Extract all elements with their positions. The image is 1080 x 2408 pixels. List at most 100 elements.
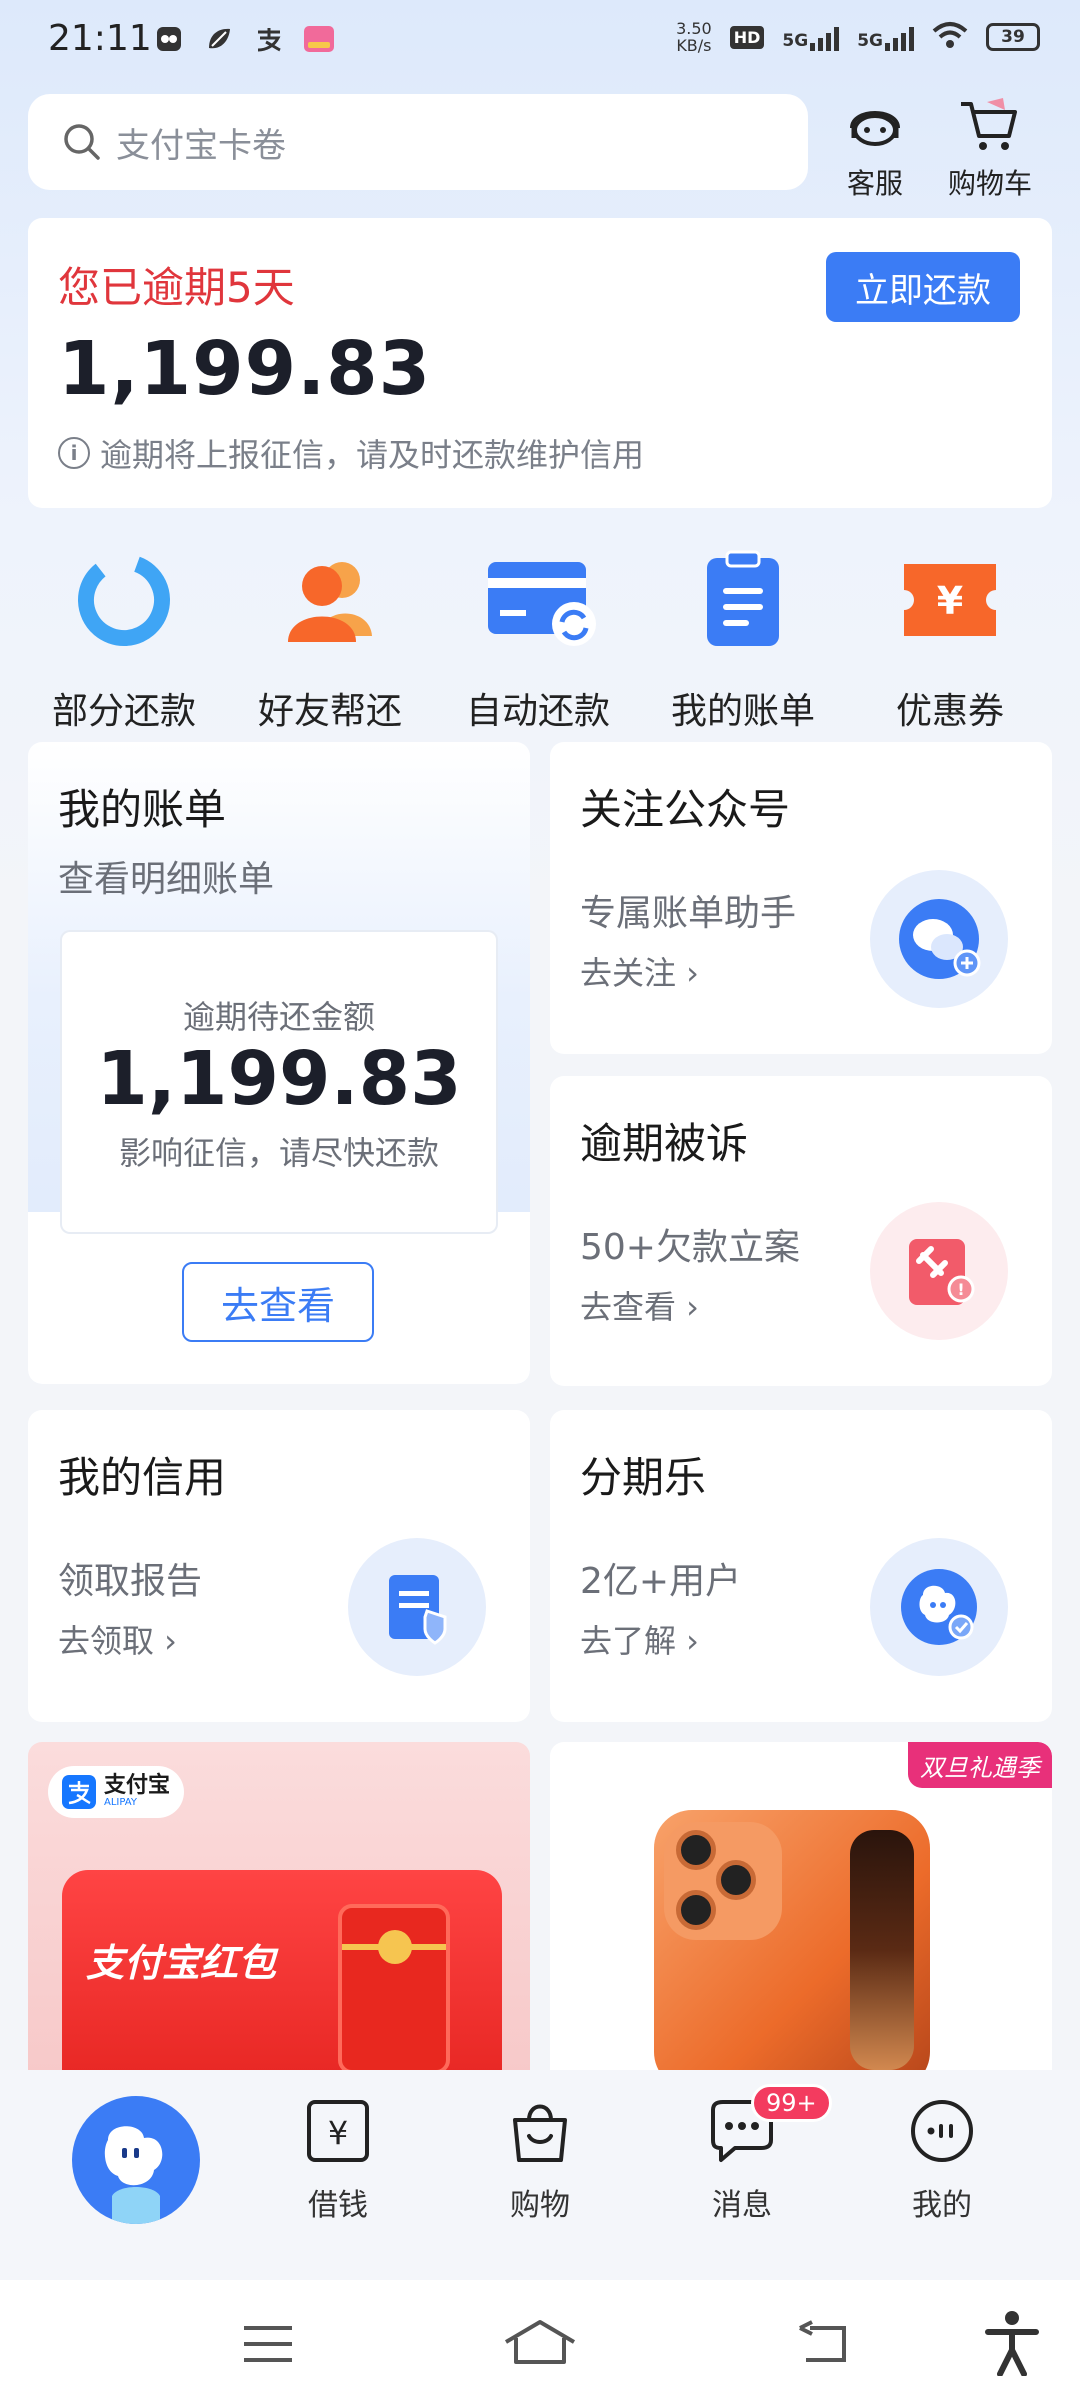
bill-overdue-amount: 1,199.83 (96, 1036, 462, 1122)
search-icon (64, 124, 100, 160)
signal-2-label: 5G (857, 31, 883, 51)
wechat-icon (870, 870, 1008, 1008)
quick-action-my-bill[interactable]: 我的账单 (643, 550, 843, 734)
yuan-icon: ¥ (307, 2100, 369, 2162)
tab-profile[interactable]: 我的 (872, 2096, 1012, 2224)
lawsuit-card-link[interactable]: 去查看 › (580, 1282, 699, 1328)
network-speed-unit: KB/s (676, 36, 712, 55)
leaf-notification-icon (202, 22, 236, 56)
red-packet-text: 支付宝红包 (86, 1941, 277, 1985)
bill-card[interactable]: 我的账单 查看明细账单 逾期待还金额 1,199.83 影响征信，请尽快还款 去… (28, 742, 530, 1384)
shopping-bag-icon (513, 2104, 567, 2162)
alipay-notification-icon (252, 22, 286, 56)
tab-label: 消息 (712, 2188, 772, 2223)
auto-repay-card-icon (488, 550, 596, 650)
credit-card-title: 我的信用 (58, 1453, 227, 1502)
app-notification-icon (152, 22, 186, 56)
status-notification-icons (152, 22, 336, 56)
repay-now-button[interactable]: 立即还款 (826, 252, 1020, 322)
installment-card[interactable]: 分期乐 2亿+用户 去了解 › (550, 1410, 1052, 1722)
cart-icon (961, 98, 1017, 150)
quick-action-label: 我的账单 (670, 691, 815, 732)
quick-action-coupon[interactable]: ¥ 优惠券 (850, 550, 1050, 734)
customer-service-label: 客服 (846, 167, 903, 200)
alipay-logo: 支付宝 ALIPAY (48, 1766, 185, 1818)
promo-tag: 双旦礼遇季 (908, 1742, 1052, 1788)
view-bill-button[interactable]: 去查看 (182, 1262, 374, 1342)
signal-5g-icon-2: 5G (857, 23, 914, 51)
battery-icon: 39 (986, 23, 1040, 51)
search-input[interactable]: 支付宝卡卷 (28, 94, 808, 190)
status-time: 21:11 (48, 18, 152, 59)
alipay-logo-icon (62, 1775, 96, 1809)
installment-mascot-icon (870, 1538, 1008, 1676)
mascot-home-tab[interactable] (72, 2096, 200, 2224)
bill-card-title: 我的账单 (58, 785, 227, 834)
quick-action-auto-repay[interactable]: 自动还款 (438, 550, 638, 734)
tab-messages[interactable]: 99+ 消息 (672, 2084, 832, 2224)
phone-image (654, 1810, 930, 2072)
bill-card-subtitle: 查看明细账单 (58, 859, 275, 900)
home-icon[interactable] (502, 2316, 578, 2372)
tab-label: 我的 (912, 2188, 972, 2223)
installment-card-subtitle: 2亿+用户 (580, 1561, 742, 1602)
customer-service-button[interactable]: 客服 (820, 96, 930, 202)
overdue-title: 您已逾期5天 (58, 263, 295, 312)
signal-1-label: 5G (782, 31, 809, 51)
installment-card-link[interactable]: 去了解 › (580, 1616, 699, 1662)
back-icon[interactable] (796, 2320, 852, 2372)
follow-card-title: 关注公众号 (580, 785, 791, 834)
signal-5g-icon: 5G (782, 23, 840, 51)
menu-icon[interactable] (240, 2320, 296, 2372)
bill-overdue-note: 影响征信，请尽快还款 (118, 1134, 439, 1172)
credit-card[interactable]: 我的信用 领取报告 去领取 › (28, 1410, 530, 1722)
status-bar: 21:11 3.50 KB/s HD 5G 5G 39 (0, 0, 1080, 84)
status-system-icons: 3.50 KB/s HD 5G 5G 39 (676, 20, 1040, 54)
overdue-card: 您已逾期5天 1,199.83 i 逾期将上报征信，请及时还款维护信用 立即还款 (28, 218, 1052, 508)
credit-card-link[interactable]: 去领取 › (58, 1616, 177, 1662)
profile-icon (911, 2100, 973, 2162)
system-nav-bar (0, 2280, 1080, 2408)
cart-button[interactable]: 购物车 (935, 96, 1045, 202)
overdue-note: i 逾期将上报征信，请及时还款维护信用 (58, 430, 644, 476)
svg-text:¥: ¥ (328, 2114, 348, 2152)
quick-action-friend-repay[interactable]: 好友帮还 (230, 550, 430, 734)
clipboard-icon (693, 550, 793, 650)
wifi-icon (932, 21, 968, 54)
accessibility-icon[interactable] (984, 2310, 1040, 2380)
overdue-note-text: 逾期将上报征信，请及时还款维护信用 (100, 436, 645, 474)
follow-account-card[interactable]: 关注公众号 专属账单助手 去关注 › (550, 742, 1052, 1054)
lawsuit-card-title: 逾期被诉 (580, 1119, 749, 1168)
svg-text:!: ! (957, 1280, 964, 1299)
tab-label: 借钱 (308, 2188, 368, 2223)
tab-borrow[interactable]: ¥ 借钱 (268, 2096, 408, 2224)
overdue-amount: 1,199.83 (58, 326, 432, 412)
quick-action-label: 自动还款 (465, 691, 610, 732)
coupon-icon: ¥ (900, 550, 1000, 650)
alipay-logo-sub: ALIPAY (104, 1797, 137, 1808)
mascot-home-icon (104, 2126, 163, 2224)
follow-card-link[interactable]: 去关注 › (580, 948, 699, 994)
promo-notification-icon (302, 22, 336, 56)
tab-shopping[interactable]: 购物 (470, 2096, 610, 2224)
red-packet-banner[interactable]: 支付宝 ALIPAY 支付宝红包 (28, 1742, 530, 2072)
info-icon: i (58, 437, 90, 469)
network-speed-value: 3.50 (676, 19, 712, 38)
bill-overdue-label: 逾期待还金额 (182, 998, 375, 1036)
quick-action-label: 好友帮还 (257, 691, 402, 732)
gavel-icon: ! (870, 1202, 1008, 1340)
hd-icon: HD (729, 25, 765, 49)
search-placeholder: 支付宝卡卷 (116, 125, 286, 166)
lawsuit-card-subtitle: 50+欠款立案 (580, 1227, 800, 1268)
quick-action-partial-repay[interactable]: 部分还款 (24, 550, 224, 734)
credit-card-subtitle: 领取报告 (58, 1561, 203, 1602)
headset-icon (850, 111, 900, 146)
phone-promo-banner[interactable]: 双旦礼遇季 (550, 1742, 1052, 2072)
quick-action-label: 优惠券 (895, 691, 1004, 732)
credit-report-icon (348, 1538, 486, 1676)
alipay-logo-text: 支付宝 (104, 1773, 171, 1798)
message-count-badge: 99+ (751, 2084, 832, 2122)
quick-action-label: 部分还款 (51, 691, 196, 732)
lawsuit-card[interactable]: 逾期被诉 50+欠款立案 去查看 › ! (550, 1076, 1052, 1386)
installment-card-title: 分期乐 (580, 1453, 707, 1502)
